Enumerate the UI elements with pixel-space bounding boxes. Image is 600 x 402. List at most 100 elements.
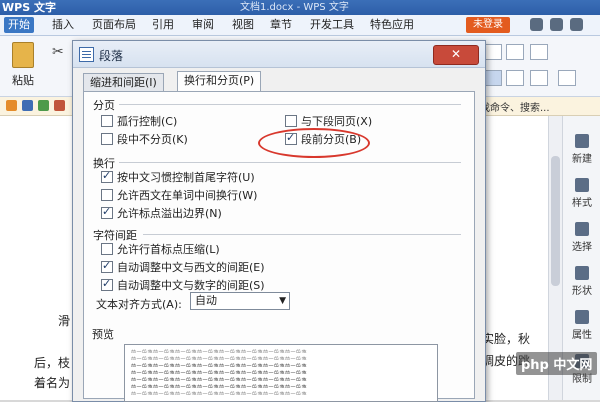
command-search[interactable]: 找命令、搜索... [480, 99, 550, 114]
tab-line-page-breaks[interactable]: 换行和分页(P) [177, 71, 262, 92]
doc-text-line: 后，枝 [34, 356, 71, 370]
tab-developer[interactable]: 开发工具 [306, 17, 358, 33]
watermark: php 中文网 [516, 352, 598, 375]
checkbox-checked[interactable] [101, 205, 113, 219]
preview-text-line: 前一段落前一段落前一段落前一段落前一段落前一段落前一段落前一段落 [131, 378, 308, 381]
checkbox-checked[interactable] [101, 169, 113, 183]
new-doc-icon[interactable] [6, 100, 17, 111]
checkbox[interactable] [285, 115, 297, 127]
side-shape[interactable]: 形状 [563, 266, 600, 297]
save-icon[interactable] [22, 100, 33, 111]
checkbox[interactable] [101, 189, 113, 201]
tab-view[interactable]: 视图 [228, 17, 258, 33]
option-word-wrap[interactable]: 允许西文在单词中间换行(W) [101, 189, 257, 203]
cursor-icon [575, 222, 589, 236]
print-icon[interactable] [38, 100, 49, 111]
help-icon[interactable] [550, 18, 563, 31]
app-logo[interactable]: WPS 文字 [2, 0, 56, 15]
tab-special[interactable]: 特色应用 [366, 17, 418, 33]
window-title: 文档1.docx - WPS 文字 [240, 2, 349, 13]
side-select-label: 选择 [572, 242, 592, 253]
doc-text-line: 实脸，秋 [482, 332, 531, 346]
preview-title: 预览 [92, 328, 114, 341]
option-chinese-line-control[interactable]: 按中文习惯控制首尾字符(U) [101, 169, 255, 185]
chevron-down-icon[interactable]: ▼ [279, 293, 286, 309]
group-divider [119, 162, 461, 163]
style-icon [575, 178, 589, 192]
scroll-thumb[interactable] [551, 156, 560, 286]
tab-start[interactable]: 开始 [4, 17, 34, 33]
option-label: 按中文习惯控制首尾字符(U) [117, 171, 255, 184]
preview-box: 前一段落前一段落前一段落前一段落前一段落前一段落前一段落前一段落 前一段落前一段… [124, 344, 438, 402]
group-divider [119, 104, 461, 105]
option-label: 段中不分页(K) [117, 133, 188, 146]
tab-page-layout[interactable]: 页面布局 [88, 17, 140, 33]
distribute-icon[interactable] [506, 70, 524, 86]
side-shape-label: 形状 [572, 286, 592, 297]
side-restrict-label: 限制 [572, 374, 592, 385]
tab-references[interactable]: 引用 [148, 17, 178, 33]
option-label: 孤行控制(C) [117, 115, 178, 128]
skin-icon[interactable] [530, 18, 543, 31]
side-properties-label: 属性 [572, 330, 592, 341]
sort-icon[interactable] [530, 44, 548, 60]
option-keep-with-next[interactable]: 与下段同页(X) [285, 115, 372, 129]
preview-text-line: 前一段落前一段落前一段落前一段落前一段落前一段落前一段落前一段落 [131, 350, 308, 353]
undo-icon[interactable] [54, 100, 65, 111]
option-label: 允许西文在单词中间换行(W) [117, 189, 258, 202]
option-hanging-punctuation[interactable]: 允许标点溢出边界(N) [101, 205, 222, 221]
preview-text-line: 前一段落前一段落前一段落前一段落前一段落前一段落前一段落前一段落 [131, 364, 308, 367]
line-spacing-icon[interactable] [530, 70, 548, 86]
tab-review[interactable]: 审阅 [188, 17, 218, 33]
cut-icon[interactable]: ✂ [52, 44, 64, 60]
doc-text-line: 着名为 [34, 376, 71, 390]
paste-icon[interactable] [12, 42, 34, 68]
side-properties[interactable]: 属性 [563, 310, 600, 341]
shape-icon [575, 266, 589, 280]
side-style[interactable]: 样式 [563, 178, 600, 209]
text-alignment-select[interactable]: 自动 ▼ [190, 292, 290, 310]
option-label: 自动调整中文与数字的间距(S) [117, 279, 265, 292]
checkbox-checked[interactable] [101, 277, 113, 291]
login-button[interactable]: 未登录 [466, 17, 510, 33]
tab-indent-spacing[interactable]: 缩进和间距(I) [83, 73, 164, 92]
preview-text-line: 前一段落前一段落前一段落前一段落前一段落前一段落前一段落前一段落 [131, 385, 308, 388]
close-button[interactable]: ✕ [433, 45, 479, 65]
dialog-title: 段落 [99, 49, 124, 63]
text-alignment-value: 自动 [195, 294, 217, 307]
align-justify-icon[interactable] [484, 70, 502, 86]
option-compress-punctuation[interactable]: 允许行首标点压缩(L) [101, 243, 220, 257]
group-char-spacing-title: 字符间距 [93, 229, 137, 242]
text-alignment-label: 文本对齐方式(A): [96, 298, 182, 311]
preview-text-line: 前一段落前一段落前一段落前一段落前一段落前一段落前一段落前一段落 [131, 357, 308, 360]
checkbox-checked[interactable] [101, 259, 113, 273]
title-bar: WPS 文字 文档1.docx - WPS 文字 [0, 0, 600, 15]
tab-section[interactable]: 章节 [266, 17, 296, 33]
new-icon [575, 134, 589, 148]
list-icon[interactable] [484, 44, 502, 60]
option-widow-control[interactable]: 孤行控制(C) [101, 115, 177, 129]
side-new[interactable]: 新建 [563, 134, 600, 165]
group-divider [143, 234, 461, 235]
side-new-label: 新建 [572, 154, 592, 165]
settings-icon[interactable] [570, 18, 583, 31]
highlight-annotation [258, 128, 370, 158]
option-auto-space-western[interactable]: 自动调整中文与西文的间距(E) [101, 259, 265, 275]
option-keep-lines-together[interactable]: 段中不分页(K) [101, 133, 188, 147]
menu-bar: 开始 插入 页面布局 引用 审阅 视图 章节 开发工具 特色应用 未登录 [0, 15, 600, 36]
option-auto-space-numbers[interactable]: 自动调整中文与数字的间距(S) [101, 277, 265, 293]
checkbox[interactable] [101, 115, 113, 127]
side-style-label: 样式 [572, 198, 592, 209]
option-label: 允许标点溢出边界(N) [117, 207, 222, 220]
indent-icon[interactable] [506, 44, 524, 60]
option-label: 与下段同页(X) [301, 115, 373, 128]
fill-color-icon[interactable] [558, 70, 576, 86]
paste-button-label[interactable]: 粘贴 [12, 72, 34, 88]
checkbox[interactable] [101, 133, 113, 145]
tab-insert[interactable]: 插入 [48, 17, 78, 33]
preview-text-line: 前一段落前一段落前一段落前一段落前一段落前一段落前一段落前一段落 [131, 371, 308, 374]
checkbox[interactable] [101, 243, 113, 255]
paragraph-icon [79, 47, 94, 62]
dialog-title-bar[interactable]: 段落 ✕ [73, 41, 485, 68]
side-select[interactable]: 选择 [563, 222, 600, 253]
